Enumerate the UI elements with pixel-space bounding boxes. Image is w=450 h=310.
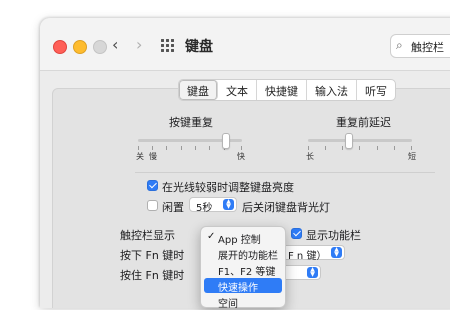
title-bar: ‹ › 键盘 ⌕ 触控栏 <box>40 18 450 71</box>
key-repeat-knob[interactable] <box>222 133 230 149</box>
menu-item-quick-actions[interactable]: 快速操作 <box>204 278 282 294</box>
repeat-delay-long-label: 长 <box>306 152 314 161</box>
forward-chevron-icon[interactable]: › <box>136 34 142 56</box>
tab-text[interactable]: 文本 <box>218 80 257 100</box>
window-title: 键盘 <box>185 39 213 55</box>
search-icon: ⌕ <box>396 38 403 52</box>
menu-item-f-keys[interactable]: F1、F2 等键 <box>204 262 282 278</box>
idle-duration-value: 5秒 <box>196 203 213 214</box>
hold-fn-label: 按住 Fn 键时 <box>120 269 185 282</box>
tab-shortcuts[interactable]: 快捷键 <box>257 80 307 100</box>
key-repeat-off-label: 关 <box>136 152 144 161</box>
show-all-grid-icon[interactable] <box>161 39 175 53</box>
repeat-delay-ticks <box>308 146 412 150</box>
key-repeat-fast-label: 快 <box>237 152 245 161</box>
back-chevron-icon[interactable]: ‹ <box>112 34 118 56</box>
control-strip-checkbox[interactable] <box>291 228 302 239</box>
idle-duration-popup[interactable]: 5秒 ▲ ▼ <box>189 197 237 214</box>
tab-dictation[interactable]: 听写 <box>357 80 395 100</box>
backlight-label: 在光线较弱时调整键盘亮度 <box>162 181 294 194</box>
backlight-checkbox[interactable] <box>147 180 158 191</box>
fn-key-label: 按下 Fn 键时 <box>120 249 185 262</box>
popup-stepper-icon: ▲ ▼ <box>331 247 342 258</box>
idle-checkbox[interactable] <box>147 200 158 211</box>
popup-stepper-icon: ▲ ▼ <box>307 267 318 278</box>
close-button[interactable] <box>53 40 67 54</box>
minimize-button[interactable] <box>73 40 87 54</box>
repeat-delay-label: 重复前延迟 <box>336 116 391 129</box>
key-repeat-label: 按键重复 <box>169 116 213 129</box>
search-input[interactable]: 触控栏 <box>411 39 444 55</box>
section-divider <box>135 172 435 173</box>
repeat-delay-knob[interactable] <box>345 133 353 149</box>
key-repeat-slow-label: 慢 <box>149 152 157 161</box>
repeat-delay-slider[interactable] <box>308 139 412 142</box>
search-field[interactable]: ⌕ 触控栏 <box>390 34 450 58</box>
menu-item-expanded-control-strip[interactable]: 展开的功能栏 <box>204 246 282 262</box>
idle-suffix-label: 后关闭键盘背光灯 <box>242 201 330 214</box>
tab-keyboard[interactable]: 键盘 <box>179 80 218 100</box>
tab-bar: 键盘 文本 快捷键 输入法 听写 <box>178 79 396 101</box>
menu-item-spaces[interactable]: 空间 <box>204 294 282 310</box>
touchbar-display-menu: ✓ App 控制 展开的功能栏 F1、F2 等键 快速操作 空间 <box>200 226 286 310</box>
idle-label: 闲置 <box>162 201 184 214</box>
zoom-button[interactable] <box>93 40 107 54</box>
touchbar-label: 触控栏显示 <box>120 229 175 242</box>
repeat-delay-short-label: 短 <box>408 152 416 161</box>
menu-item-app-controls[interactable]: ✓ App 控制 <box>204 230 282 246</box>
fn-key-value: F n 键） <box>288 251 327 262</box>
hold-fn-popup[interactable]: ▲ ▼ <box>281 265 321 280</box>
popup-stepper-icon: ▲ ▼ <box>223 199 234 210</box>
control-strip-label: 显示功能栏 <box>306 229 361 242</box>
checkmark-icon: ✓ <box>207 231 216 242</box>
fn-key-popup[interactable]: F n 键） ▲ ▼ <box>281 245 345 262</box>
tab-input-sources[interactable]: 输入法 <box>307 80 357 100</box>
